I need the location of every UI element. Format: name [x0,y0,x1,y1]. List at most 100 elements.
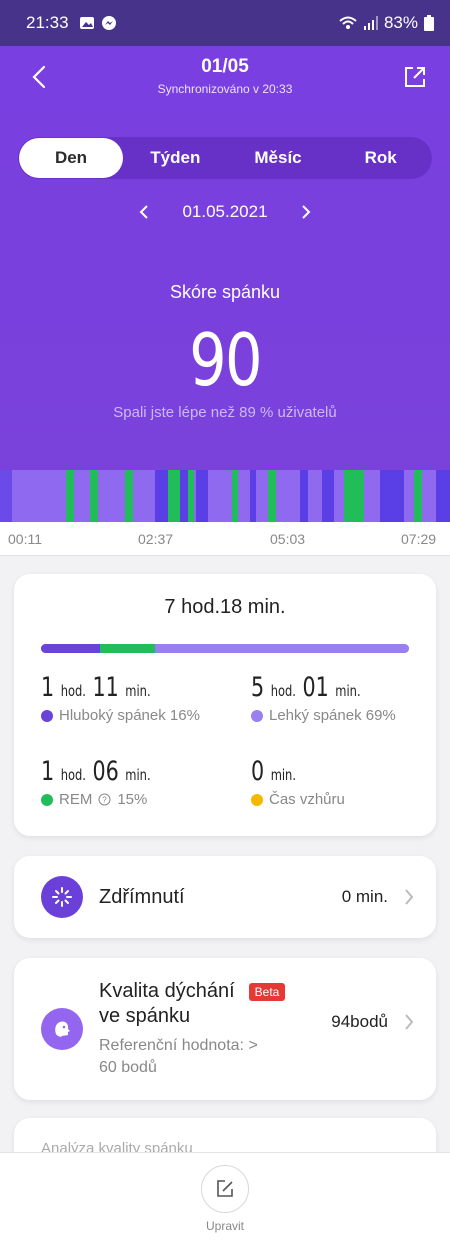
signal-icon [363,16,378,30]
chevron-right-icon [301,205,310,219]
total-sleep: 7 hod.18 min. [164,596,286,618]
bar-light [155,644,409,653]
tab-mesic[interactable]: Měsíc [227,137,330,179]
sleep-hero: 01/05 Synchronizováno v 20:33 Den Týden … [0,46,450,522]
tab-rok[interactable]: Rok [329,137,432,179]
sleep-stage-block [268,470,276,522]
stat-rem: 1 hod. 06 min. REM ? 15% [41,756,231,808]
sleep-stage-block [358,470,364,522]
top-bar: 01/05 Synchronizováno v 20:33 [0,46,450,110]
sleep-stage-block [0,470,12,522]
gallery-icon [79,17,94,29]
rem-label: REM [59,791,93,808]
time-tick: 02:37 [138,531,174,547]
sleep-stage-block [322,470,334,522]
share-icon [405,67,425,87]
breathing-text: Kvalita dýchání ve spánku Beta Referenčn… [99,979,286,1079]
time-tick: 00:11 [8,531,42,547]
minute-unit: min. [125,766,151,784]
sleep-stage-strip [0,470,450,522]
bottom-bar: Upravit [0,1152,450,1246]
time-tick: 05:03 [270,531,306,547]
awake-minutes: 0 [251,756,265,787]
help-icon[interactable]: ? [98,793,111,806]
current-date: 01.05.2021 [182,202,268,221]
sleep-stage-block [232,470,238,522]
chevron-right-icon [402,887,416,907]
reference-line2: 60 bodů [99,1059,157,1076]
rem-dot [41,793,53,806]
stat-awake: 0 min. Čas vzhůru [251,756,441,808]
next-day-button[interactable] [298,204,314,220]
sleep-stage-block [180,470,188,522]
score-value: 90 [189,318,262,402]
sleep-stage-block [344,470,358,522]
deep-hours: 1 [41,672,55,703]
tab-den[interactable]: Den [19,138,123,178]
sleep-stage-block [66,470,74,522]
status-bar: 21:33 83% [0,0,450,46]
light-minutes: 01 [302,672,329,703]
sleep-stage-block [188,470,194,522]
stat-deep: 1 hod. 11 min. Hluboký spánek 16% [41,672,231,724]
battery-percent: 83% [383,13,418,32]
sync-status: Synchronizováno v 20:33 [157,82,293,96]
hour-unit: hod. [270,682,296,700]
sleep-stage-block [380,470,404,522]
edit-label: Upravit [205,1219,244,1233]
stat-light: 5 hod. 01 min. Lehký spánek 69% [251,672,441,724]
breathing-quality-card[interactable]: Kvalita dýchání ve spánku Beta Referenčn… [14,958,436,1100]
bar-rem [99,644,156,653]
light-hours: 5 [251,672,265,703]
sleep-stage-block [196,470,208,522]
light-dot [251,709,263,722]
prev-day-button[interactable] [136,204,152,220]
nap-card[interactable]: Zdřímnutí 0 min. [14,856,436,938]
sleep-stage-block [414,470,422,522]
chevron-right-icon [402,1012,416,1032]
minute-unit: min. [335,682,361,700]
tab-tyden[interactable]: Týden [124,137,227,179]
minute-unit: min. [270,766,296,784]
sleep-stage-block [125,470,133,522]
sleep-stage-block [12,470,68,522]
sleep-stage-block [300,470,308,522]
minute-unit: min. [125,682,151,700]
edit-icon [217,1180,233,1197]
battery-icon [424,15,434,31]
time-tick: 07:29 [401,531,437,547]
date-navigator: 01.05.2021 [0,202,450,222]
light-label: Lehký spánek 69% [269,707,396,724]
awake-label: Čas vzhůru [269,791,345,808]
deep-minutes: 11 [92,672,119,703]
sleep-stage-block [155,470,169,522]
sleep-stage-block [168,470,180,522]
messenger-icon [101,16,116,30]
header-titles: 01/05 Synchronizováno v 20:33 [0,56,450,96]
breathing-icon [41,1008,83,1050]
time-axis: 00:11 02:37 05:03 07:29 [0,522,450,556]
beta-badge: Beta [248,983,286,1001]
score-comparison: Spali jste lépe než 89 % uživatelů [113,404,337,421]
period-tabs: Den Týden Měsíc Rok [18,137,432,179]
sleep-stage-block [250,470,256,522]
score-label: Skóre spánku [169,282,281,302]
rem-hours: 1 [41,756,55,787]
svg-text:?: ? [103,796,108,805]
deep-label: Hluboký spánek 16% [59,707,200,724]
sleep-stage-block [436,470,450,522]
edit-button[interactable] [201,1165,249,1213]
awake-dot [251,793,263,806]
nap-title: Zdřímnutí [99,885,185,908]
nap-value: 0 min. [341,887,388,906]
sleep-summary-card: 7 hod.18 min. 1 hod. 11 min. Hluboký spá… [14,574,436,836]
bar-deep [41,644,100,653]
reference-line1: Referenční hodnota: > [99,1037,258,1054]
hour-unit: hod. [60,682,86,700]
rem-percent: 15% [117,791,148,808]
breathing-value: 94bodů [331,1012,388,1031]
breathing-title-line1: Kvalita dýchání [99,980,235,1002]
share-button[interactable] [400,62,430,92]
wifi-icon [339,16,357,29]
status-time: 21:33 [26,13,69,32]
